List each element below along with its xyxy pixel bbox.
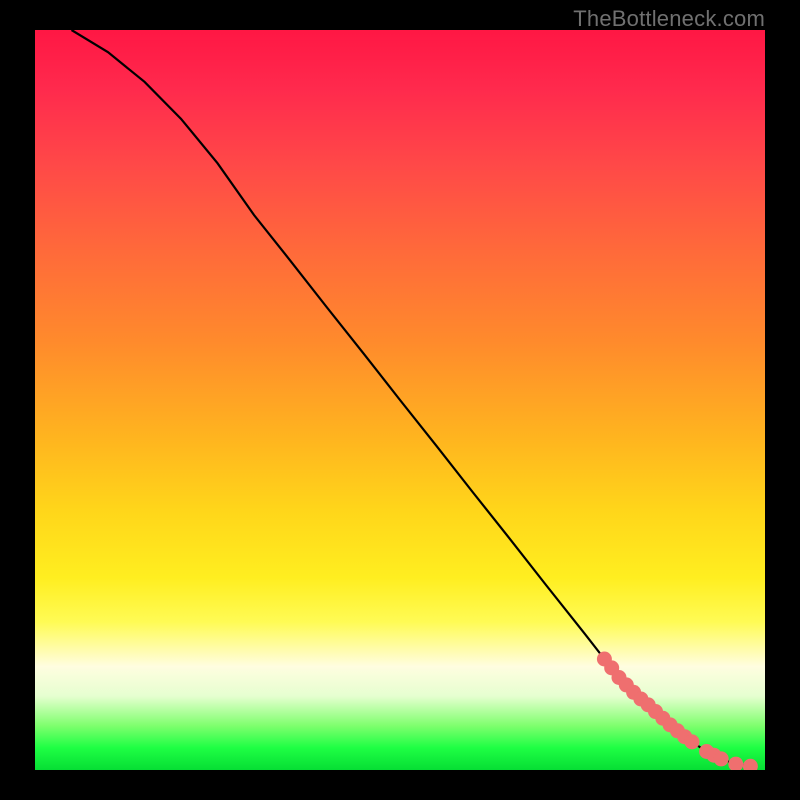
chart-overlay [35, 30, 765, 770]
marker-point [728, 757, 743, 770]
marker-point [685, 734, 700, 749]
chart-frame: TheBottleneck.com [0, 0, 800, 800]
plot-area [35, 30, 765, 770]
highlight-markers [597, 652, 758, 771]
watermark-label: TheBottleneck.com [573, 6, 765, 32]
marker-point [743, 759, 758, 770]
bottleneck-curve [72, 30, 751, 766]
marker-point [714, 751, 729, 766]
